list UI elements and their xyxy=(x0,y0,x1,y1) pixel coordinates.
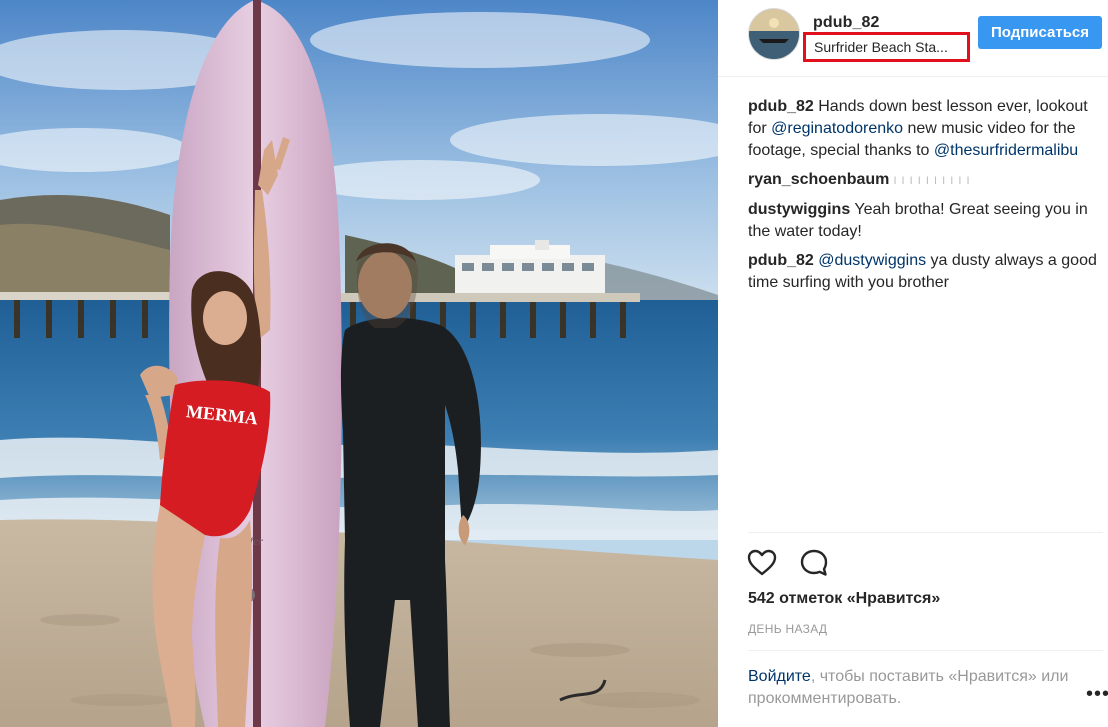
comment-text: I I I I I I I I I I xyxy=(889,175,971,187)
post-photo[interactable]: rfer MERMA xyxy=(0,0,718,727)
heart-outline-icon[interactable] xyxy=(746,547,778,579)
more-options-icon[interactable]: ••• xyxy=(1086,684,1108,704)
comment: pdub_82 Hands down best lesson ever, loo… xyxy=(748,96,1098,162)
post-timestamp[interactable]: ДЕНЬ НАЗАД xyxy=(748,622,827,636)
comment-author[interactable]: pdub_82 xyxy=(748,98,814,115)
speech-bubble-icon[interactable] xyxy=(798,547,830,579)
follow-button[interactable]: Подписаться xyxy=(978,16,1102,49)
login-prompt: Войдите, чтобы поставить «Нравится» или … xyxy=(748,666,1078,710)
post-header: pdub_82 Surfrider Beach Sta... Подписать… xyxy=(718,0,1108,77)
comment: ryan_schoenbaum I I I I I I I I I I xyxy=(748,169,1098,192)
mention-link[interactable]: @dustywiggins xyxy=(818,252,926,269)
comment: pdub_82 @dustywiggins ya dusty always a … xyxy=(748,250,1098,294)
comment-author[interactable]: dustywiggins xyxy=(748,201,850,218)
mention-link[interactable]: @reginatodorenko xyxy=(771,120,903,137)
post-sidebar: pdub_82 Surfrider Beach Sta... Подписать… xyxy=(718,0,1108,727)
divider xyxy=(748,532,1103,533)
comment-list: pdub_82 Hands down best lesson ever, loo… xyxy=(748,96,1098,301)
like-count[interactable]: 542 отметок «Нравится» xyxy=(748,590,940,608)
divider xyxy=(748,650,1103,651)
comment-author[interactable]: ryan_schoenbaum xyxy=(748,171,889,188)
comment: dustywiggins Yeah brotha! Great seeing y… xyxy=(748,199,1098,243)
comment-author[interactable]: pdub_82 xyxy=(748,252,814,269)
avatar[interactable] xyxy=(748,8,800,60)
login-link[interactable]: Войдите xyxy=(748,668,811,685)
post-username[interactable]: pdub_82 xyxy=(813,14,880,32)
location-link[interactable]: Surfrider Beach Sta... xyxy=(803,32,970,62)
mention-link[interactable]: @thesurfridermalibu xyxy=(934,142,1078,159)
